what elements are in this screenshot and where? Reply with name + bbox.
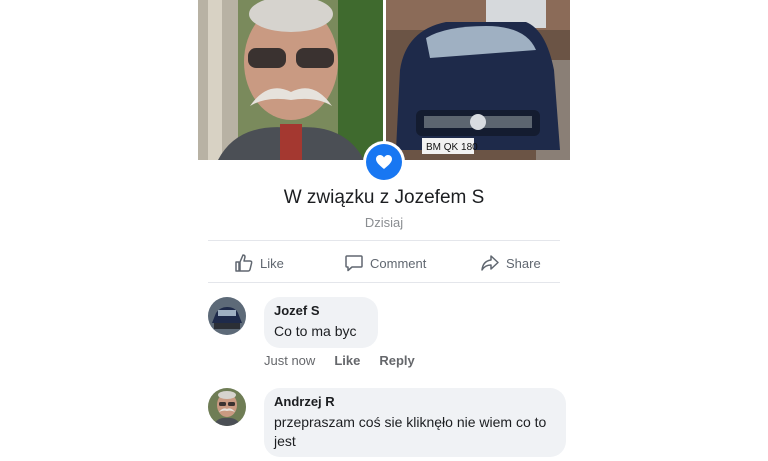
heart-icon	[376, 155, 392, 169]
share-button[interactable]: Share	[480, 250, 541, 276]
share-icon	[481, 255, 499, 271]
comment-bubble: Jozef S Co to ma byc	[264, 297, 378, 348]
divider	[208, 240, 560, 241]
comment-text: Co to ma byc	[274, 323, 357, 339]
comment-time: Just now	[264, 353, 316, 368]
person-photo[interactable]	[198, 0, 383, 160]
comment-item: Jozef S Co to ma byc Just now Like Reply	[208, 297, 568, 377]
comment-author[interactable]: Andrzej R	[274, 394, 554, 409]
comment-button[interactable]: Comment	[344, 250, 426, 276]
avatar[interactable]	[208, 388, 246, 426]
like-button[interactable]: Like	[234, 250, 284, 276]
comment-like-link[interactable]: Like	[334, 353, 360, 368]
comment-bubble: Andrzej R przepraszam coś sie kliknęło n…	[264, 388, 566, 457]
life-event-post: BM QK 180 W związku z Jozefem S Dzisiaj …	[198, 0, 570, 461]
comment-icon	[345, 255, 363, 272]
share-label: Share	[506, 255, 541, 271]
comment-meta: Just now Like Reply	[264, 353, 434, 368]
comment-reply-link[interactable]: Reply	[379, 353, 414, 368]
car-photo[interactable]: BM QK 180	[386, 0, 570, 160]
event-title: W związku z Jozefem S	[283, 187, 485, 208]
comment-label: Comment	[370, 255, 427, 271]
avatar[interactable]	[208, 297, 246, 335]
post-actions: Like Comment Share	[198, 250, 570, 276]
like-label: Like	[260, 255, 284, 271]
comment-item: Andrzej R przepraszam coś sie kliknęło n…	[208, 388, 568, 458]
thumbs-up-icon	[235, 254, 253, 272]
event-date: Dzisiaj	[364, 215, 404, 230]
comment-text: przepraszam coś sie kliknęło nie wiem co…	[274, 414, 547, 449]
relationship-badge	[363, 141, 405, 183]
event-photos: BM QK 180	[198, 0, 570, 160]
divider	[208, 282, 560, 283]
license-plate: BM QK 180	[426, 142, 478, 153]
comment-author[interactable]: Jozef S	[274, 303, 366, 318]
